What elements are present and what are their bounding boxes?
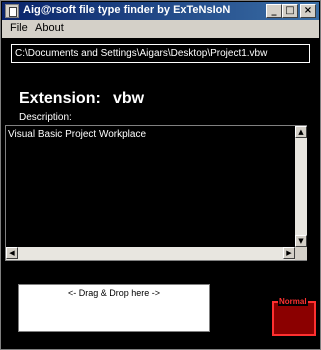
scroll-down-button[interactable]: ▼ (295, 235, 307, 247)
maximize-button[interactable]: □ (282, 4, 298, 18)
title-bar[interactable]: Aig@rsoft file type finder by ExTeNsIoN … (2, 2, 319, 20)
menu-file[interactable]: File (10, 22, 28, 34)
horizontal-scrollbar[interactable]: ◀ ▶ (6, 247, 295, 260)
menu-bar: File About (2, 20, 319, 38)
status-label: Normal (278, 297, 308, 306)
drag-drop-zone[interactable]: <- Drag & Drop here -> (18, 284, 210, 332)
window-title: Aig@rsoft file type finder by ExTeNsIoN (23, 4, 231, 16)
extension-value: vbw (113, 90, 145, 107)
drag-drop-text: <- Drag & Drop here -> (67, 288, 161, 298)
minimize-button[interactable]: _ (266, 4, 282, 18)
description-textbox[interactable]: Visual Basic Project Workplace ▲ ▼ ◀ ▶ (5, 125, 307, 261)
close-button[interactable]: × (300, 4, 316, 18)
vertical-scrollbar[interactable]: ▲ ▼ (295, 126, 307, 247)
menu-about[interactable]: About (35, 22, 64, 34)
status-indicator[interactable]: Normal (272, 297, 316, 336)
description-label: Description: (19, 112, 72, 123)
description-text: Visual Basic Project Workplace (8, 129, 147, 140)
scrollbar-corner (295, 247, 307, 260)
scroll-left-button[interactable]: ◀ (6, 247, 18, 259)
scroll-up-button[interactable]: ▲ (295, 126, 307, 138)
file-path-field[interactable]: C:\Documents and Settings\Aigars\Desktop… (11, 44, 310, 63)
app-icon[interactable] (5, 4, 19, 18)
extension-label: Extension: (19, 90, 101, 107)
scroll-right-button[interactable]: ▶ (283, 247, 295, 259)
app-window: Aig@rsoft file type finder by ExTeNsIoN … (0, 0, 321, 350)
